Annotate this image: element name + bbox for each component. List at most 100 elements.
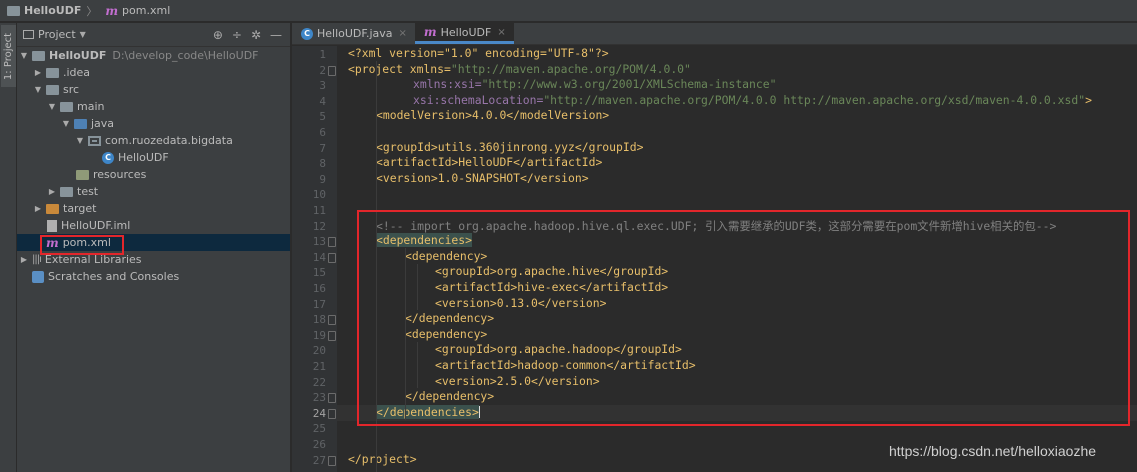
line-number-gutter: 1 2 3 4 5 6 7 8 9 10 11 12 13 14 15 16 17 18 19 20 21 22 23 24 2… bbox=[292, 46, 337, 472]
tab-pom[interactable]: m HelloUDF × bbox=[414, 23, 514, 44]
code-line-2[interactable]: <project xmlns="http://maven.apache.org/… bbox=[348, 62, 691, 76]
line-number: 24 bbox=[312, 406, 326, 420]
code-line-4[interactable]: xsi:schemaLocation="http://maven.apache.… bbox=[413, 93, 1092, 107]
code-line-1[interactable]: <?xml version="1.0" encoding="UTF-8"?> bbox=[348, 46, 609, 60]
breadcrumb-separator: 〉 bbox=[86, 4, 98, 18]
tree-item-main[interactable]: ▼ main bbox=[17, 98, 290, 115]
collapse-icon[interactable]: ÷ bbox=[232, 28, 242, 42]
expand-arrow-icon[interactable]: ▼ bbox=[33, 85, 43, 94]
line-number: 27 bbox=[312, 453, 326, 467]
line-number: 8 bbox=[319, 157, 326, 171]
highlight-box-dependencies bbox=[357, 210, 1130, 426]
code-line-9[interactable]: <version>1.0-SNAPSHOT</version> bbox=[376, 171, 589, 185]
tree-item-label: HelloUDF.iml bbox=[61, 219, 131, 232]
code-text: <version>1.0-SNAPSHOT</version> bbox=[376, 170, 589, 185]
dropdown-arrow-icon[interactable]: ▼ bbox=[80, 30, 86, 39]
tree-item-label: HelloUDF bbox=[49, 49, 107, 62]
collapse-arrow-icon[interactable]: ▶ bbox=[19, 255, 29, 264]
tree-item-target[interactable]: ▶ target bbox=[17, 200, 290, 217]
tree-item-scratches[interactable]: Scratches and Consoles bbox=[17, 268, 290, 285]
tree-item-path: D:\develop_code\HelloUDF bbox=[112, 49, 259, 62]
tree-item-label: HelloUDF bbox=[118, 151, 169, 164]
fold-marker-icon[interactable] bbox=[328, 393, 336, 404]
line-number: 19 bbox=[312, 328, 326, 342]
line-number: 7 bbox=[319, 141, 326, 155]
tree-item-hellofudf-class[interactable]: C HelloUDF bbox=[17, 149, 290, 166]
line-number: 13 bbox=[312, 235, 326, 249]
collapse-arrow-icon[interactable]: ▶ bbox=[47, 187, 57, 196]
line-number: 23 bbox=[312, 391, 326, 405]
line-number: 6 bbox=[319, 126, 326, 139]
project-panel: Project ▼ ⊕ ÷ ✲ — ▼ HelloUDF D:\develop_… bbox=[17, 23, 291, 472]
fold-marker-icon[interactable] bbox=[328, 455, 336, 466]
tree-item-label: target bbox=[63, 202, 97, 215]
expand-arrow-icon[interactable]: ▼ bbox=[47, 102, 57, 111]
tree-item-resources[interactable]: resources bbox=[17, 166, 290, 183]
line-number: 20 bbox=[312, 344, 326, 358]
tree-item-java[interactable]: ▼ java bbox=[17, 115, 290, 132]
hide-icon[interactable]: — bbox=[270, 28, 282, 42]
source-folder-icon bbox=[74, 118, 87, 129]
breadcrumb-file[interactable]: pom.xml bbox=[122, 4, 170, 17]
tree-item-src[interactable]: ▼ src bbox=[17, 81, 290, 98]
tree-item-idea[interactable]: ▶ .idea bbox=[17, 64, 290, 81]
folder-icon bbox=[46, 67, 59, 78]
line-number: 21 bbox=[312, 360, 326, 373]
project-view-selector[interactable]: Project bbox=[38, 28, 76, 41]
line-number: 18 bbox=[312, 313, 326, 327]
fold-marker-icon[interactable] bbox=[328, 408, 336, 419]
code-text: </project> bbox=[348, 451, 417, 466]
line-number: 26 bbox=[312, 438, 326, 451]
close-icon[interactable]: × bbox=[399, 28, 407, 39]
project-view-icon bbox=[23, 30, 34, 39]
tab-hellofudf-java[interactable]: C HelloUDF.java × bbox=[292, 23, 415, 44]
collapse-arrow-icon[interactable]: ▶ bbox=[33, 68, 43, 77]
tree-item-iml[interactable]: HelloUDF.iml bbox=[17, 217, 290, 234]
expand-arrow-icon[interactable]: ▼ bbox=[61, 119, 71, 128]
code-line-8[interactable]: <artifactId>HelloUDF</artifactId> bbox=[376, 155, 602, 169]
code-line-7[interactable]: <groupId>utils.360jinrong.yyz</groupId> bbox=[376, 140, 643, 154]
locate-icon[interactable]: ⊕ bbox=[213, 28, 223, 42]
tree-item-test[interactable]: ▶ test bbox=[17, 183, 290, 200]
tree-item-label: test bbox=[77, 185, 99, 198]
fold-marker-icon[interactable] bbox=[328, 330, 336, 341]
breadcrumb: HelloUDF 〉 m pom.xml bbox=[4, 3, 170, 19]
fold-marker-icon[interactable] bbox=[328, 65, 336, 76]
tree-item-label: .idea bbox=[63, 66, 91, 79]
collapse-arrow-icon[interactable]: ▶ bbox=[33, 204, 43, 213]
line-number: 11 bbox=[312, 204, 326, 217]
fold-marker-icon[interactable] bbox=[328, 252, 336, 263]
line-number: 17 bbox=[312, 297, 326, 311]
code-line-3[interactable]: xmlns:xsi="http://www.w3.org/2001/XMLSch… bbox=[413, 77, 776, 91]
code-text: <?xml version="1.0" encoding="UTF-8"?> bbox=[348, 46, 609, 60]
java-class-icon: C bbox=[102, 151, 114, 164]
line-number: 12 bbox=[312, 219, 326, 233]
line-number: 22 bbox=[312, 375, 326, 389]
line-number: 25 bbox=[312, 422, 326, 436]
code-line-5[interactable]: <modelVersion>4.0.0</modelVersion> bbox=[376, 108, 609, 122]
expand-arrow-icon[interactable]: ▼ bbox=[19, 51, 29, 60]
gear-icon[interactable]: ✲ bbox=[251, 28, 261, 42]
scratches-icon bbox=[32, 270, 44, 283]
code-text: xmlns:xsi= bbox=[413, 77, 482, 92]
code-line-27[interactable]: </project> bbox=[348, 452, 417, 466]
code-text: "http://maven.apache.org/POM/4.0.0" bbox=[450, 61, 691, 76]
project-tool-tab-label: 1: Project bbox=[3, 32, 14, 80]
tree-item-hellofudf-root[interactable]: ▼ HelloUDF D:\develop_code\HelloUDF bbox=[17, 47, 290, 64]
tree-item-label: resources bbox=[93, 168, 147, 181]
project-tool-tab[interactable]: 1: Project bbox=[1, 25, 16, 87]
tab-label: HelloUDF.java bbox=[317, 27, 393, 40]
close-icon[interactable]: × bbox=[497, 27, 505, 38]
breadcrumb-project[interactable]: HelloUDF bbox=[24, 4, 81, 17]
code-text: "http://www.w3.org/2001/XMLSchema-instan… bbox=[481, 77, 777, 92]
fold-marker-icon[interactable] bbox=[328, 315, 336, 326]
line-number: 10 bbox=[312, 188, 326, 202]
java-class-icon: C bbox=[301, 27, 313, 40]
line-number: 2 bbox=[319, 63, 326, 77]
tree-item-package[interactable]: ▼ com.ruozedata.bigdata bbox=[17, 132, 290, 149]
code-text: <artifactId>HelloUDF</artifactId> bbox=[376, 155, 603, 170]
expand-arrow-icon[interactable]: ▼ bbox=[75, 136, 85, 145]
line-number: 16 bbox=[312, 282, 326, 295]
tool-window-strip: 1: Project bbox=[0, 23, 17, 472]
fold-marker-icon[interactable] bbox=[328, 237, 336, 248]
